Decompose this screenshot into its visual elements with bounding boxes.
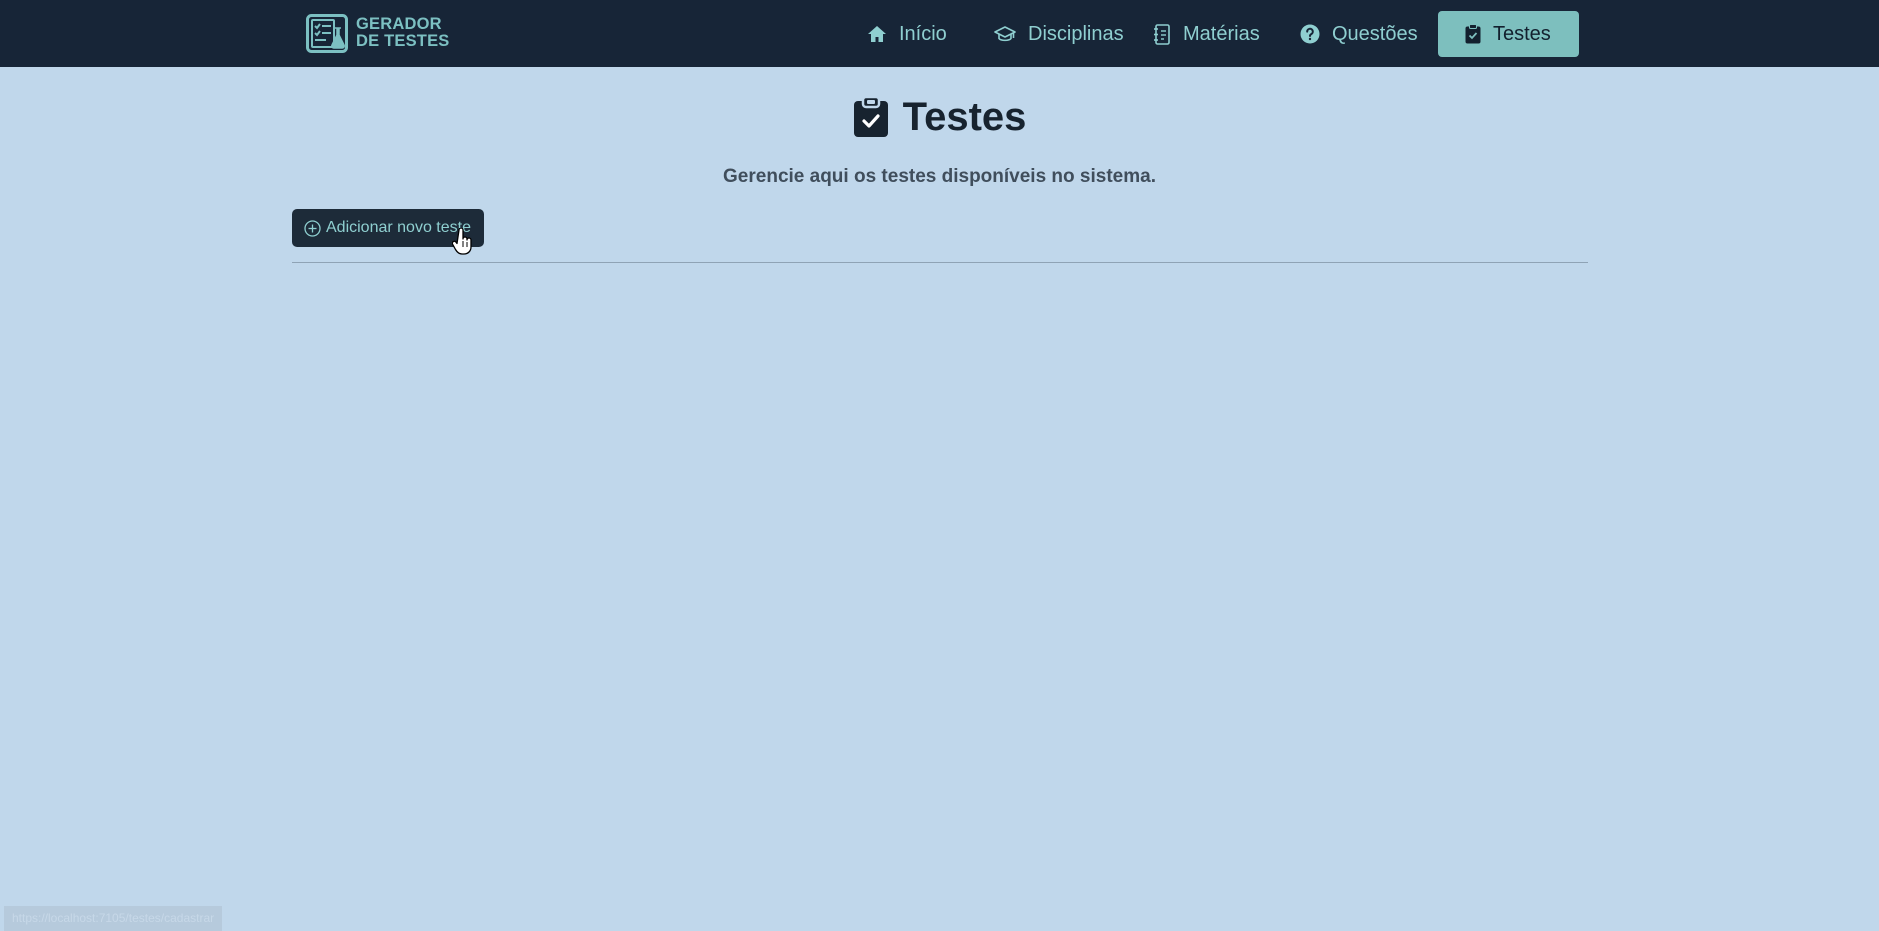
add-test-button-label: Adicionar novo teste xyxy=(326,219,471,236)
nav-item-materias[interactable]: Matérias xyxy=(1153,11,1260,57)
question-circle-icon xyxy=(1300,24,1320,44)
add-test-button[interactable]: Adicionar novo teste xyxy=(292,209,484,247)
nav-item-label: Matérias xyxy=(1183,22,1260,45)
plus-circle-icon xyxy=(304,219,321,237)
section-divider xyxy=(292,262,1588,263)
home-icon xyxy=(868,26,886,42)
page-header: Testes xyxy=(0,92,1879,142)
notebook-icon xyxy=(1154,23,1170,45)
clipboard-check-icon xyxy=(1465,24,1481,44)
page-title: Testes xyxy=(902,95,1027,139)
top-navbar: GERADOR DE TESTES Início Disciplinas Mat… xyxy=(0,0,1879,67)
nav-item-questoes[interactable]: Questões xyxy=(1300,11,1418,57)
nav-item-label: Início xyxy=(899,22,947,45)
status-bar-url: https://localhost:7105/testes/cadastrar xyxy=(4,906,223,931)
nav-item-label: Testes xyxy=(1493,22,1551,45)
nav-item-inicio[interactable]: Início xyxy=(867,11,947,57)
main-nav: Início Disciplinas Matérias Questões Tes… xyxy=(0,11,1879,57)
nav-item-disciplinas[interactable]: Disciplinas xyxy=(994,11,1124,57)
nav-item-label: Disciplinas xyxy=(1028,22,1124,45)
nav-item-label: Questões xyxy=(1332,22,1418,45)
graduation-cap-icon xyxy=(994,26,1016,42)
nav-item-testes[interactable]: Testes xyxy=(1438,11,1579,57)
page-subtitle: Gerencie aqui os testes disponíveis no s… xyxy=(723,166,1156,187)
clipboard-check-icon xyxy=(853,96,888,137)
